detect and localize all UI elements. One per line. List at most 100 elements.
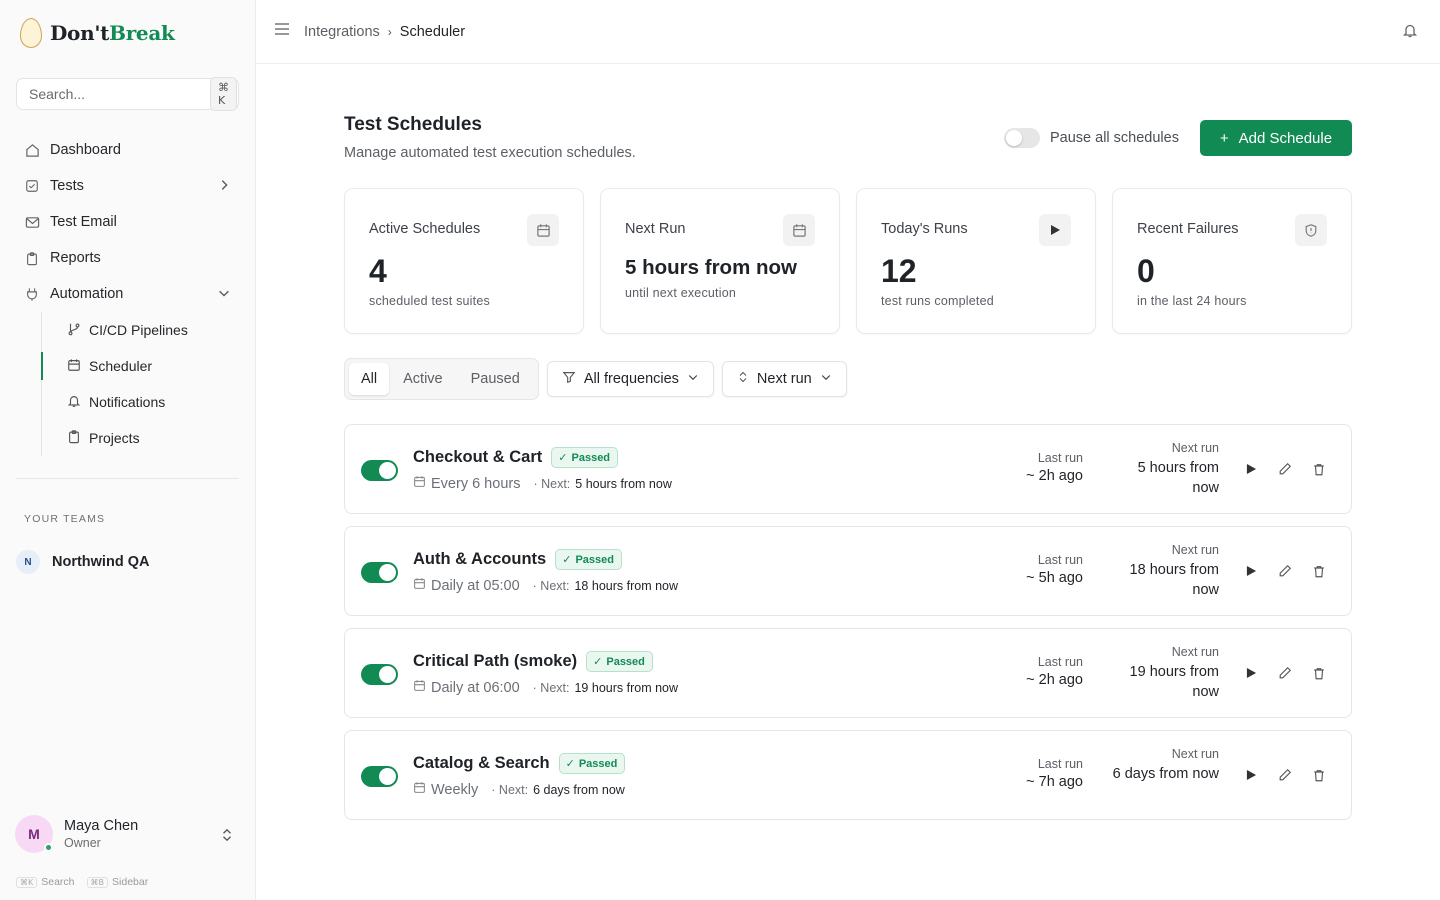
bell-icon[interactable] bbox=[1402, 22, 1418, 44]
next-short: 5 hours from now bbox=[575, 476, 672, 491]
trash-icon[interactable] bbox=[1311, 459, 1327, 479]
calendar-icon bbox=[783, 214, 815, 246]
schedule-meta: Daily at 05:00 · Next: 18 hours from now bbox=[413, 577, 678, 594]
plus-icon: + bbox=[1219, 129, 1229, 147]
user-menu[interactable]: M Maya Chen Owner bbox=[15, 815, 240, 853]
play-icon[interactable] bbox=[1243, 459, 1259, 479]
schedule-name[interactable]: Critical Path (smoke) bbox=[413, 652, 577, 671]
schedule-meta: Weekly · Next: 6 days from now bbox=[413, 781, 625, 798]
schedule-meta: Every 6 hours · Next: 5 hours from now bbox=[413, 475, 672, 492]
brand-name: Don'tBreak bbox=[50, 21, 175, 45]
sidebar-item-tests[interactable]: Tests bbox=[16, 168, 239, 204]
trash-icon[interactable] bbox=[1311, 561, 1327, 581]
next-run: Next run 19 hours from now bbox=[1129, 645, 1219, 700]
edit-icon[interactable] bbox=[1277, 459, 1293, 479]
pause-all-control[interactable]: Pause all schedules bbox=[1004, 128, 1179, 148]
filter-tab-paused[interactable]: Paused bbox=[457, 363, 534, 395]
chevron-up-down-icon[interactable] bbox=[220, 827, 234, 848]
sort-icon bbox=[737, 370, 749, 388]
edit-icon[interactable] bbox=[1277, 561, 1293, 581]
calendar-icon bbox=[413, 577, 426, 594]
add-schedule-button[interactable]: + Add Schedule bbox=[1200, 120, 1352, 156]
automation-subnav: CI/CD Pipelines Scheduler Notifications … bbox=[41, 312, 239, 456]
last-run: Last run ~ 5h ago bbox=[1026, 553, 1083, 586]
search-box[interactable]: ⌘ K bbox=[16, 77, 239, 111]
sidebar-item-dashboard[interactable]: Dashboard bbox=[16, 132, 239, 168]
next-prefix: · Next: bbox=[532, 578, 570, 593]
topbar: Integrations › Scheduler bbox=[256, 0, 1440, 64]
trash-icon[interactable] bbox=[1311, 663, 1327, 683]
schedule-meta: Daily at 06:00 · Next: 19 hours from now bbox=[413, 679, 678, 696]
search-shortcut: ⌘K Search bbox=[16, 876, 75, 888]
user-name: Maya Chen bbox=[64, 818, 139, 834]
menu-icon[interactable] bbox=[274, 22, 290, 41]
play-icon[interactable] bbox=[1243, 765, 1259, 785]
sidebar-item-label: Tests bbox=[50, 178, 84, 194]
sort-dropdown[interactable]: Next run bbox=[721, 361, 847, 397]
calendar-icon bbox=[67, 358, 81, 375]
status-badge: ✓ Passed bbox=[555, 549, 622, 570]
stat-caption: until next execution bbox=[625, 286, 737, 300]
sidebar-item-reports[interactable]: Reports bbox=[16, 240, 239, 276]
stat-label: Recent Failures bbox=[1137, 221, 1239, 237]
home-icon bbox=[24, 142, 40, 158]
stats-cards: Active Schedules 4 scheduled test suites… bbox=[344, 188, 1352, 334]
breadcrumb: Integrations › Scheduler bbox=[304, 24, 465, 40]
schedule-enabled-toggle[interactable] bbox=[361, 460, 398, 481]
sidebar-divider bbox=[16, 478, 239, 479]
schedule-enabled-toggle[interactable] bbox=[361, 562, 398, 583]
sidebar-item-cicd[interactable]: CI/CD Pipelines bbox=[42, 312, 239, 348]
filter-tab-all[interactable]: All bbox=[349, 363, 390, 395]
schedule-name[interactable]: Catalog & Search bbox=[413, 754, 550, 773]
edit-icon[interactable] bbox=[1277, 663, 1293, 683]
schedule-enabled-toggle[interactable] bbox=[361, 766, 398, 787]
play-icon[interactable] bbox=[1243, 663, 1259, 683]
frequency-dropdown[interactable]: All frequencies bbox=[546, 361, 714, 397]
search-input[interactable] bbox=[29, 86, 210, 102]
sidebar-item-label: Automation bbox=[50, 286, 124, 302]
stat-card-next-run: Next Run 5 hours from now until next exe… bbox=[600, 188, 840, 334]
last-run: Last run ~ 7h ago bbox=[1026, 757, 1083, 790]
sidebar-item-label: Reports bbox=[50, 250, 101, 266]
next-run: Next run 6 days from now bbox=[1112, 747, 1219, 782]
filter-tab-active[interactable]: Active bbox=[389, 363, 457, 395]
sidebar-item-notifications[interactable]: Notifications bbox=[42, 384, 239, 420]
teams-section-label: YOUR TEAMS bbox=[24, 513, 106, 525]
stat-value: 0 bbox=[1137, 253, 1155, 289]
pause-all-toggle[interactable] bbox=[1004, 128, 1040, 148]
schedule-frequency: Every 6 hours bbox=[431, 475, 521, 492]
sidebar-item-test-email[interactable]: Test Email bbox=[16, 204, 239, 240]
calendar-icon bbox=[413, 781, 426, 798]
schedule-enabled-toggle[interactable] bbox=[361, 664, 398, 685]
sidebar-item-projects[interactable]: Projects bbox=[42, 420, 239, 456]
team-item[interactable]: N Northwind QA bbox=[16, 550, 149, 574]
check-icon: ✓ bbox=[562, 554, 572, 566]
sidebar-item-automation[interactable]: Automation bbox=[16, 276, 239, 312]
stat-caption: test runs completed bbox=[881, 294, 994, 308]
play-icon[interactable] bbox=[1243, 561, 1259, 581]
add-schedule-label: Add Schedule bbox=[1238, 129, 1333, 147]
check-icon: ✓ bbox=[565, 758, 575, 770]
stat-label: Next Run bbox=[625, 221, 686, 237]
breadcrumb-integrations[interactable]: Integrations bbox=[304, 24, 380, 40]
schedule-name[interactable]: Checkout & Cart bbox=[413, 448, 542, 467]
schedule-frequency: Daily at 05:00 bbox=[431, 577, 520, 594]
next-short: 19 hours from now bbox=[574, 680, 679, 695]
stat-value: 5 hours from now bbox=[625, 256, 797, 279]
trash-icon[interactable] bbox=[1311, 765, 1327, 785]
row-actions bbox=[1243, 561, 1327, 581]
stat-value: 4 bbox=[369, 253, 387, 289]
schedule-name[interactable]: Auth & Accounts bbox=[413, 550, 546, 569]
sidebar-shortcut: ⌘B Sidebar bbox=[86, 876, 148, 888]
sidebar-item-label: Dashboard bbox=[50, 142, 121, 158]
stat-card-recent-failures: Recent Failures 0 in the last 24 hours bbox=[1112, 188, 1352, 334]
sidebar-item-scheduler[interactable]: Scheduler bbox=[41, 348, 239, 384]
next-prefix: · Next: bbox=[532, 680, 570, 695]
last-run: Last run ~ 2h ago bbox=[1026, 655, 1083, 688]
stat-caption: scheduled test suites bbox=[369, 294, 490, 308]
edit-icon[interactable] bbox=[1277, 765, 1293, 785]
sidebar-item-label: Scheduler bbox=[89, 358, 153, 374]
team-name: Northwind QA bbox=[52, 554, 150, 570]
stat-label: Active Schedules bbox=[369, 221, 481, 237]
logo[interactable]: Don'tBreak bbox=[20, 18, 175, 48]
